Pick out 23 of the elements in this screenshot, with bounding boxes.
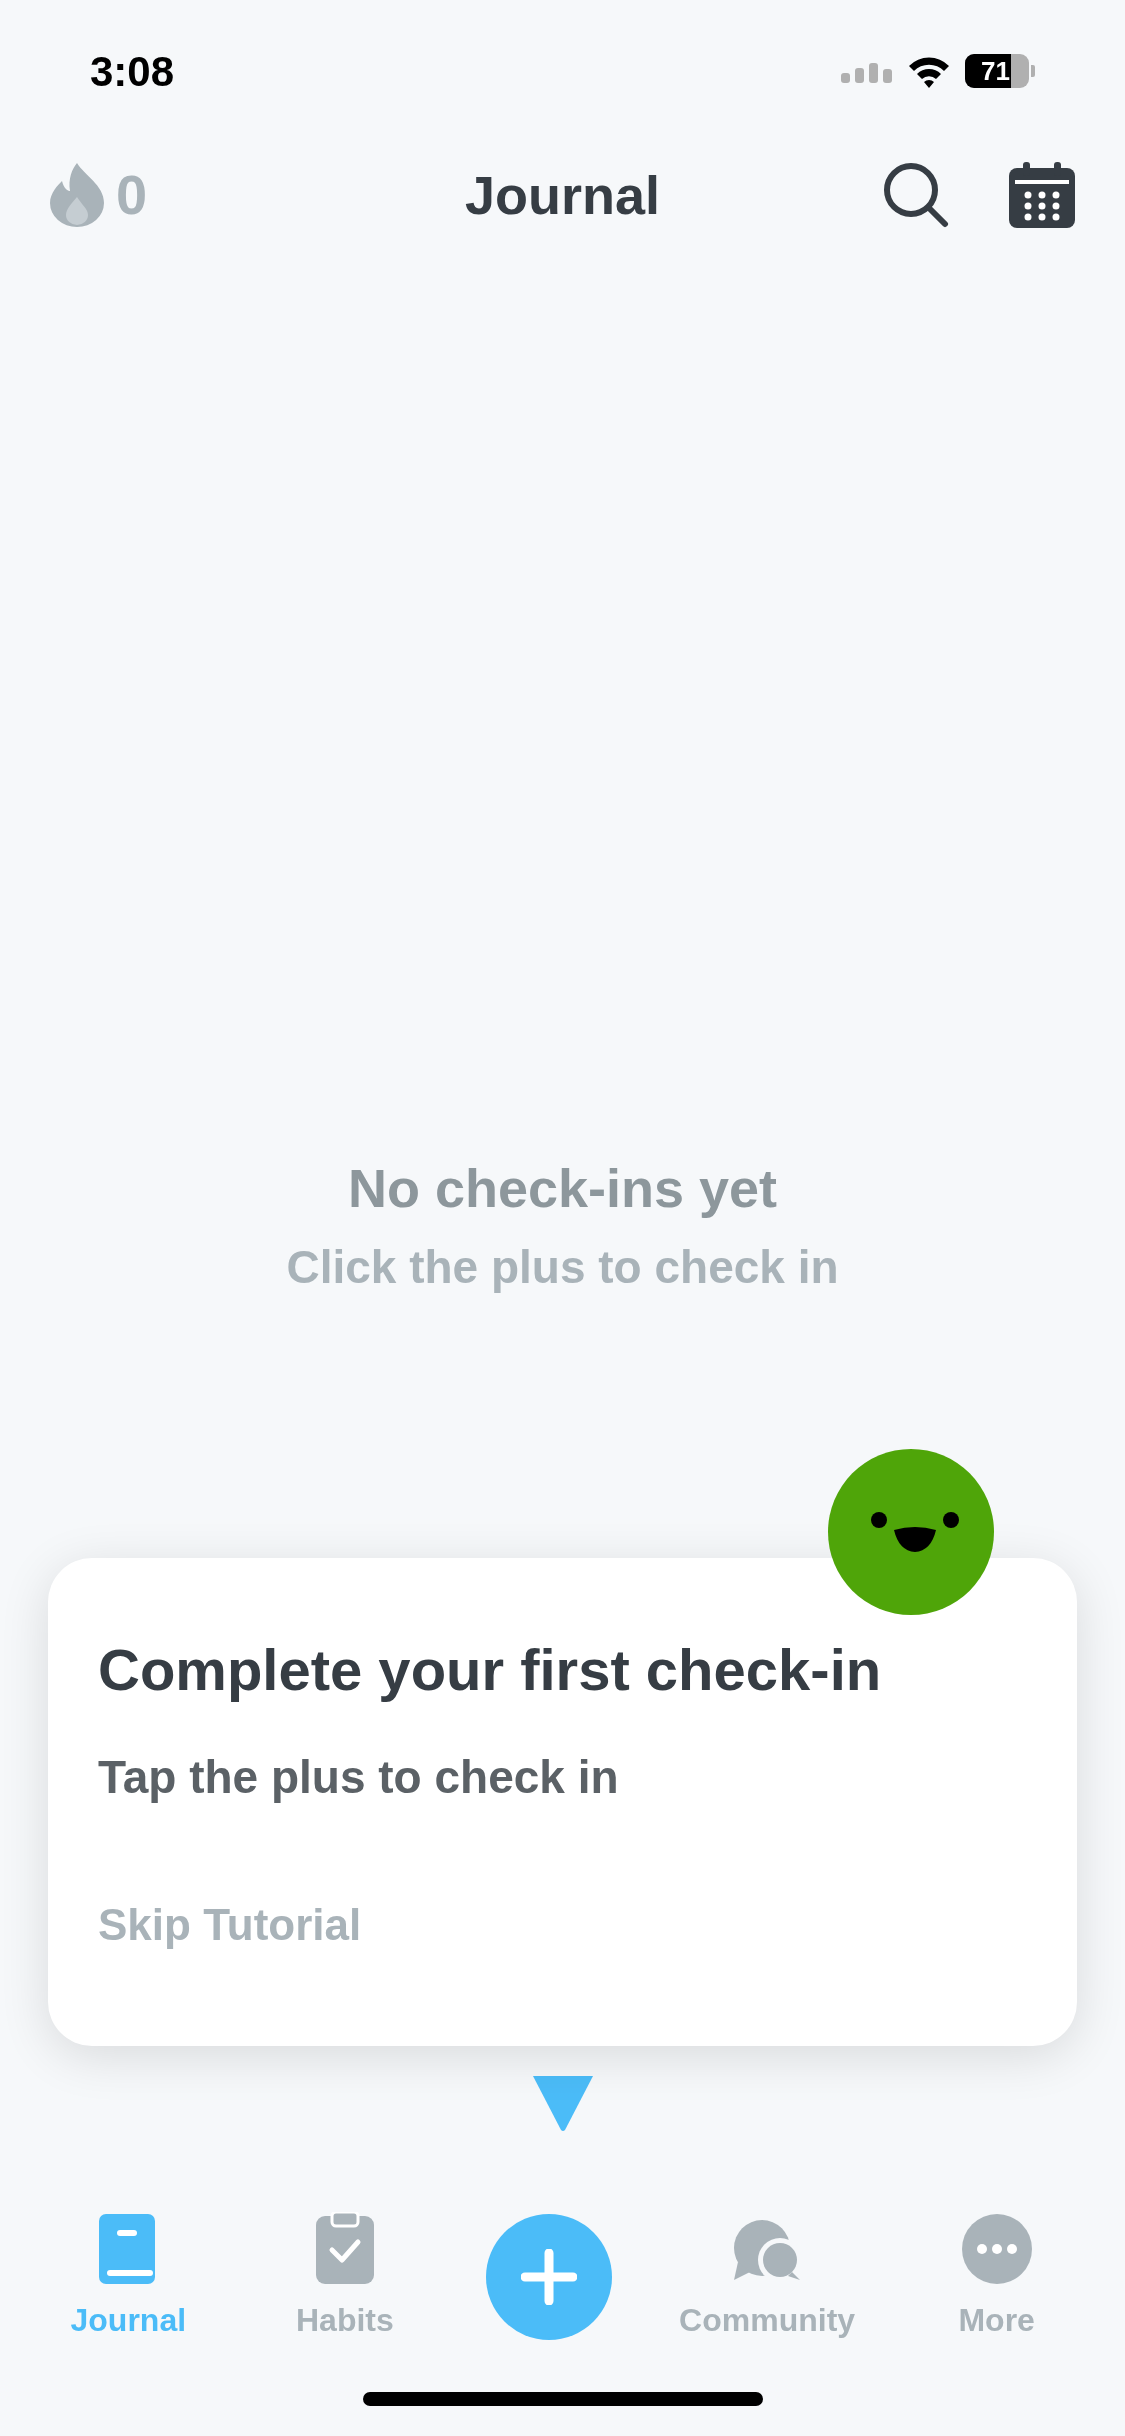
screen-title: Journal bbox=[464, 163, 660, 227]
tab-bar-item[interactable]: Habits bbox=[269, 2210, 420, 2344]
pointer-triangle-icon bbox=[530, 2074, 595, 2132]
empty-state-title: No check-ins yet bbox=[347, 1157, 778, 1220]
tab-bar-item[interactable]: Community bbox=[679, 2210, 856, 2344]
flame-icon bbox=[50, 163, 104, 227]
status-time: 3:08 bbox=[90, 46, 175, 97]
tutorial-body: Tap the plus to check in bbox=[98, 1749, 620, 1805]
streak-count: 0 bbox=[116, 162, 148, 228]
tab-bar-item[interactable]: Journal bbox=[53, 2210, 204, 2344]
search-icon bbox=[883, 162, 949, 228]
search-button[interactable] bbox=[883, 162, 949, 228]
empty-state-subtitle: Click the plus to check in bbox=[286, 1240, 839, 1295]
clipboard-check-icon bbox=[315, 2212, 374, 2284]
calendar-button[interactable] bbox=[1009, 162, 1075, 228]
more-icon bbox=[961, 2214, 1032, 2284]
plus-icon bbox=[521, 2249, 578, 2305]
tutorial-title: Complete your first check-in bbox=[98, 1636, 883, 1704]
battery-level: 71 bbox=[981, 58, 1010, 84]
calendar-icon bbox=[1009, 162, 1075, 228]
tab-bar-item[interactable]: More bbox=[921, 2210, 1072, 2344]
book-icon bbox=[99, 2214, 158, 2284]
skip-tutorial-link[interactable]: Skip Tutorial bbox=[98, 1891, 362, 1958]
